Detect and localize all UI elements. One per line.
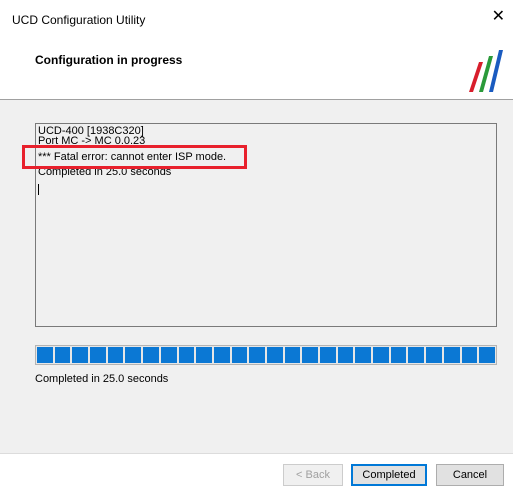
progress-segment — [143, 347, 159, 363]
progress-segment — [266, 347, 283, 363]
back-button[interactable]: < Back — [283, 464, 343, 486]
wizard-header: Configuration in progress — [0, 38, 513, 98]
page-title: Configuration in progress — [35, 53, 183, 67]
progress-segment — [337, 347, 354, 363]
progress-segment — [72, 347, 89, 363]
progress-segment — [231, 347, 248, 363]
progress-segment — [426, 347, 442, 363]
progress-segment — [355, 347, 372, 363]
completed-button[interactable]: Completed — [351, 464, 427, 486]
progress-segment — [125, 347, 142, 363]
progress-segment — [107, 347, 124, 363]
progress-segment — [37, 347, 53, 363]
progress-segment — [178, 347, 195, 363]
cancel-button[interactable]: Cancel — [436, 464, 504, 486]
progress-segment — [373, 347, 389, 363]
status-text: Completed in 25.0 seconds — [35, 373, 169, 385]
progress-segment — [284, 347, 301, 363]
progress-segment — [302, 347, 318, 363]
progress-segment — [54, 347, 71, 363]
progress-segment — [160, 347, 177, 363]
progress-segment — [461, 347, 478, 363]
footer-separator — [0, 453, 513, 454]
progress-segment — [249, 347, 265, 363]
progress-segment — [479, 347, 495, 363]
wizard-body: UCD-400 [1938C320] Port MC -> MC 0.0.23 … — [0, 100, 513, 453]
progress-segment — [213, 347, 230, 363]
title-bar: UCD Configuration Utility ✕ — [0, 0, 513, 38]
progress-segment — [390, 347, 407, 363]
progress-segment — [196, 347, 212, 363]
progress-segment — [320, 347, 336, 363]
progress-segment — [90, 347, 106, 363]
window-title: UCD Configuration Utility — [12, 13, 146, 27]
close-icon[interactable]: ✕ — [492, 9, 505, 25]
progress-bar — [35, 345, 497, 365]
error-highlight-box — [22, 145, 247, 169]
progress-segment — [443, 347, 460, 363]
progress-segment — [408, 347, 425, 363]
text-caret — [38, 184, 39, 195]
logo-icon — [469, 50, 503, 92]
